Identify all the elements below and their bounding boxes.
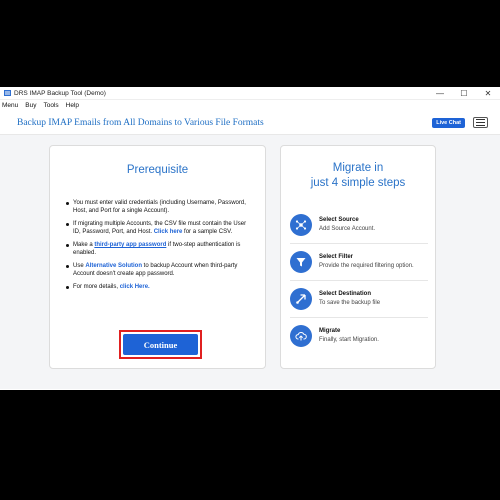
more-details-link[interactable]: click Here. bbox=[120, 284, 150, 290]
alternative-solution-link[interactable]: Alternative Solution bbox=[85, 263, 142, 269]
app-window: DRS IMAP Backup Tool (Demo) — ☐ ✕ Menu B… bbox=[0, 87, 500, 390]
prerequisite-list: You must enter valid credentials (includ… bbox=[64, 199, 251, 291]
main-content: Prerequisite You must enter valid creden… bbox=[0, 135, 500, 389]
step-divider bbox=[290, 317, 428, 318]
list-item: For more details, click Here. bbox=[64, 283, 251, 291]
step-select-source: Select Source Add Source Account. bbox=[290, 209, 436, 241]
step-desc: Provide the required filtering option. bbox=[319, 263, 414, 269]
menu-item-tools[interactable]: Tools bbox=[43, 102, 58, 109]
menu-item-buy[interactable]: Buy bbox=[25, 102, 36, 109]
list-item: Make a third-party app password if two-s… bbox=[64, 241, 251, 257]
app-heading: Backup IMAP Emails from All Domains to V… bbox=[17, 117, 264, 128]
step-divider bbox=[290, 243, 428, 244]
source-icon bbox=[290, 214, 312, 236]
list-item: You must enter valid credentials (includ… bbox=[64, 199, 251, 215]
maximize-button[interactable]: ☐ bbox=[452, 87, 476, 100]
sample-csv-link[interactable]: Click here bbox=[154, 229, 183, 235]
close-button[interactable]: ✕ bbox=[476, 87, 500, 100]
window-title: DRS IMAP Backup Tool (Demo) bbox=[14, 89, 106, 97]
prerequisite-card: Prerequisite You must enter valid creden… bbox=[49, 145, 266, 369]
live-chat-button[interactable]: Live Chat bbox=[432, 117, 465, 128]
continue-highlight: Continue bbox=[119, 330, 202, 359]
hamburger-icon bbox=[476, 119, 485, 126]
step-name: Select Destination bbox=[319, 291, 372, 297]
list-item: Use Alternative Solution to backup Accou… bbox=[64, 262, 251, 278]
destination-icon bbox=[290, 288, 312, 310]
menu-item-help[interactable]: Help bbox=[66, 102, 79, 109]
step-divider bbox=[290, 280, 428, 281]
menu-item-menu[interactable]: Menu bbox=[2, 102, 18, 109]
step-desc: Add Source Account. bbox=[319, 226, 376, 232]
step-select-destination: Select Destination To save the backup fi… bbox=[290, 283, 436, 315]
steps-card: Migrate in just 4 simple steps Select So… bbox=[280, 145, 436, 369]
steps-title: Migrate in just 4 simple steps bbox=[310, 162, 406, 189]
step-desc: Finally, start Migration. bbox=[319, 337, 379, 343]
app-header: Backup IMAP Emails from All Domains to V… bbox=[0, 111, 500, 135]
minimize-button[interactable]: — bbox=[428, 87, 452, 100]
filter-icon bbox=[290, 251, 312, 273]
header-actions: Live Chat bbox=[432, 117, 488, 128]
app-password-link[interactable]: third-party app password bbox=[94, 242, 166, 248]
title-bar: DRS IMAP Backup Tool (Demo) — ☐ ✕ bbox=[0, 87, 500, 100]
menu-bar: Menu Buy Tools Help bbox=[0, 100, 500, 111]
step-desc: To save the backup file bbox=[319, 300, 381, 306]
list-item: If migrating multiple Accounts, the CSV … bbox=[64, 220, 251, 236]
step-migrate: Migrate Finally, start Migration. bbox=[290, 320, 436, 352]
app-logo-icon bbox=[4, 90, 11, 96]
step-name: Select Source bbox=[319, 217, 359, 223]
step-select-filter: Select Filter Provide the required filte… bbox=[290, 246, 436, 278]
continue-button[interactable]: Continue bbox=[123, 334, 198, 355]
upload-icon bbox=[290, 325, 312, 347]
step-name: Migrate bbox=[319, 328, 341, 334]
step-name: Select Filter bbox=[319, 254, 354, 260]
prerequisite-title: Prerequisite bbox=[126, 164, 189, 176]
hamburger-menu-button[interactable] bbox=[473, 117, 488, 128]
